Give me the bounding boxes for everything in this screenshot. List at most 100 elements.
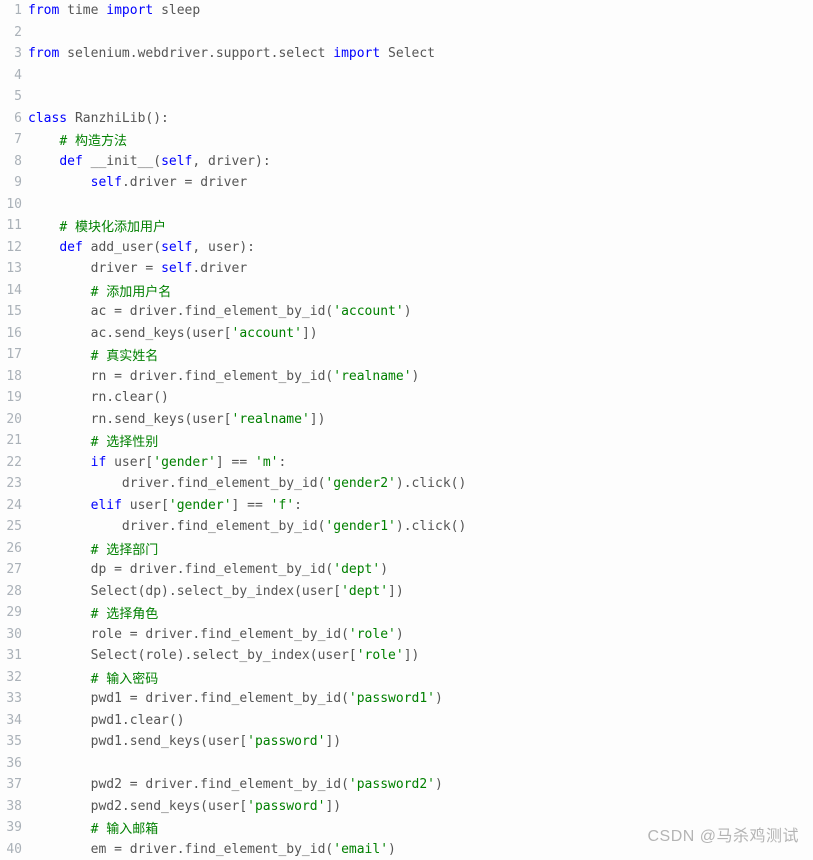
line-number: 1 [0, 3, 22, 18]
line-code: # 选择部门 [22, 539, 158, 558]
line-code: pwd2.send_keys(user['password']) [22, 799, 341, 814]
code-token: ] == [216, 455, 255, 470]
code-line: 33 pwd1 = driver.find_element_by_id('pas… [0, 688, 813, 710]
code-token: sleep [153, 3, 200, 18]
line-number: 39 [0, 820, 22, 835]
code-token: 'password' [247, 734, 325, 749]
line-number: 28 [0, 584, 22, 599]
line-code: from time import sleep [22, 3, 200, 18]
line-number: 20 [0, 412, 22, 427]
code-token: # 添加用户名 [91, 285, 172, 300]
code-line: 1from time import sleep [0, 0, 813, 22]
line-number: 2 [0, 25, 22, 40]
code-token: 'password' [247, 799, 325, 814]
code-token: selenium.webdriver.support.select [59, 46, 333, 61]
code-line: 22 if user['gender'] == 'm': [0, 452, 813, 474]
line-number: 29 [0, 605, 22, 620]
code-token: self [161, 154, 192, 169]
code-token: ).click() [396, 519, 466, 534]
code-token: ]) [325, 799, 341, 814]
line-code: rn.clear() [22, 390, 169, 405]
line-code: driver = self.driver [22, 261, 247, 276]
code-token: self [161, 261, 192, 276]
code-line: 23 driver.find_element_by_id('gender2').… [0, 473, 813, 495]
line-code: driver.find_element_by_id('gender2').cli… [22, 476, 466, 491]
line-code: # 输入密码 [22, 668, 158, 687]
code-line: 3from selenium.webdriver.support.select … [0, 43, 813, 65]
code-token: import [333, 46, 380, 61]
line-number: 9 [0, 175, 22, 190]
line-number: 32 [0, 670, 22, 685]
code-token: ) [435, 691, 443, 706]
code-line: 18 rn = driver.find_element_by_id('realn… [0, 366, 813, 388]
code-token: ]) [388, 584, 404, 599]
code-line: 13 driver = self.driver [0, 258, 813, 280]
line-number: 11 [0, 218, 22, 233]
code-token: 'role' [357, 648, 404, 663]
code-token: 'password2' [349, 777, 435, 792]
code-token [28, 543, 91, 558]
code-token: 'm' [255, 455, 278, 470]
code-token: # 构造方法 [59, 134, 127, 149]
line-code: Select(role).select_by_index(user['role'… [22, 648, 419, 663]
line-number: 15 [0, 304, 22, 319]
code-token [28, 285, 91, 300]
code-line: 9 self.driver = driver [0, 172, 813, 194]
code-line: 38 pwd2.send_keys(user['password']) [0, 796, 813, 818]
code-token: ]) [325, 734, 341, 749]
code-line: 31 Select(role).select_by_index(user['ro… [0, 645, 813, 667]
code-token: from [28, 3, 59, 18]
code-token: 'gender' [169, 498, 232, 513]
code-token: , driver): [192, 154, 270, 169]
code-token: def [59, 240, 82, 255]
code-line: 10 [0, 194, 813, 216]
code-token: : [279, 455, 287, 470]
line-number: 38 [0, 799, 22, 814]
line-code: # 构造方法 [22, 130, 127, 149]
code-line: 6class RanzhiLib(): [0, 108, 813, 130]
line-number: 17 [0, 347, 22, 362]
code-line: 5 [0, 86, 813, 108]
line-number: 10 [0, 197, 22, 212]
line-number: 36 [0, 756, 22, 771]
code-token: 'email' [333, 842, 388, 857]
line-code: if user['gender'] == 'm': [22, 455, 286, 470]
line-code: def add_user(self, user): [22, 240, 255, 255]
code-token: ) [404, 304, 412, 319]
code-token: Select(dp).select_by_index(user[ [28, 584, 341, 599]
line-code: rn = driver.find_element_by_id('realname… [22, 369, 419, 384]
code-token: ac = driver.find_element_by_id( [28, 304, 333, 319]
line-number: 25 [0, 519, 22, 534]
code-token: pwd1 = driver.find_element_by_id( [28, 691, 349, 706]
code-lines-container: 1from time import sleep23from selenium.w… [0, 0, 813, 860]
code-line: 25 driver.find_element_by_id('gender1').… [0, 516, 813, 538]
line-number: 19 [0, 390, 22, 405]
line-code: ac.send_keys(user['account']) [22, 326, 318, 341]
code-token: pwd2 = driver.find_element_by_id( [28, 777, 349, 792]
line-number: 35 [0, 734, 22, 749]
code-line: 8 def __init__(self, driver): [0, 151, 813, 173]
code-token: 'dept' [341, 584, 388, 599]
code-line: 17 # 真实姓名 [0, 344, 813, 366]
line-code: # 选择性别 [22, 431, 158, 450]
line-code: # 添加用户名 [22, 281, 171, 300]
code-token: ac.send_keys(user[ [28, 326, 232, 341]
line-number: 37 [0, 777, 22, 792]
code-token: 'password1' [349, 691, 435, 706]
line-code: pwd1 = driver.find_element_by_id('passwo… [22, 691, 443, 706]
code-line: 26 # 选择部门 [0, 538, 813, 560]
code-token: em = driver.find_element_by_id( [28, 842, 333, 857]
code-line: 12 def add_user(self, user): [0, 237, 813, 259]
line-number: 34 [0, 713, 22, 728]
code-token: : [294, 498, 302, 513]
code-line: 32 # 输入密码 [0, 667, 813, 689]
line-number: 3 [0, 46, 22, 61]
code-token: rn = driver.find_element_by_id( [28, 369, 333, 384]
code-token: 'account' [232, 326, 302, 341]
line-code: elif user['gender'] == 'f': [22, 498, 302, 513]
code-token [28, 455, 91, 470]
code-token: 'dept' [333, 562, 380, 577]
code-token: self [161, 240, 192, 255]
code-line: 7 # 构造方法 [0, 129, 813, 151]
code-token: ).click() [396, 476, 466, 491]
